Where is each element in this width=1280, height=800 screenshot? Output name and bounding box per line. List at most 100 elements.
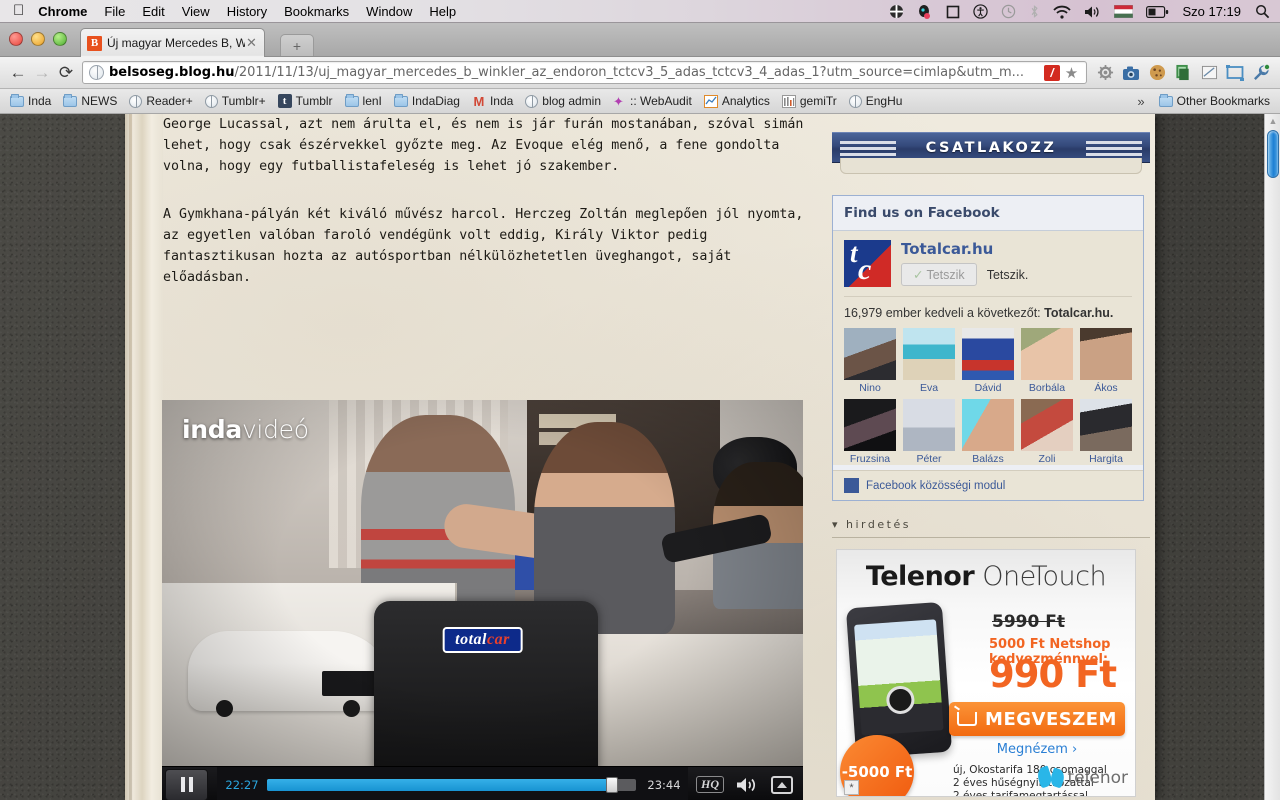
- bookmark-reader-plus[interactable]: Reader+: [123, 92, 198, 111]
- facebook-like-button[interactable]: ✓ Tetszik: [901, 263, 977, 286]
- bookmark-inda-folder[interactable]: Inda: [4, 92, 57, 111]
- menu-item-window[interactable]: Window: [366, 4, 412, 19]
- friend-cell[interactable]: Ákos: [1080, 328, 1132, 394]
- dropbox-icon[interactable]: [889, 4, 904, 19]
- facebook-widget-header: Find us on Facebook: [833, 196, 1143, 231]
- address-bar[interactable]: belsoseg.blog.hu/2011/11/13/uj_magyar_me…: [82, 61, 1087, 84]
- bookmark-gemitr[interactable]: gemiTr: [776, 92, 843, 111]
- pause-button[interactable]: [165, 768, 208, 800]
- bookmark-blog-admin[interactable]: blog admin: [519, 92, 607, 111]
- friend-avatar[interactable]: [903, 328, 955, 380]
- bookmark-tumblr-plus[interactable]: Tumblr+: [199, 92, 272, 111]
- friend-avatar[interactable]: [844, 399, 896, 451]
- friend-avatar[interactable]: [1080, 328, 1132, 380]
- new-tab-button[interactable]: +: [280, 34, 314, 56]
- friend-avatar[interactable]: [1021, 328, 1073, 380]
- friend-cell[interactable]: Balázs: [962, 399, 1014, 465]
- friend-avatar[interactable]: [1080, 399, 1132, 451]
- friend-cell[interactable]: Dávid: [962, 328, 1014, 394]
- friend-cell[interactable]: Péter: [903, 399, 955, 465]
- advertisement-banner[interactable]: Telenor OneTouch 5990 Ft 5000 Ft Netshop…: [836, 549, 1136, 797]
- screen-icon[interactable]: [1222, 61, 1248, 85]
- page-scrollbar[interactable]: ▲: [1264, 114, 1280, 800]
- menu-item-history[interactable]: History: [227, 4, 267, 19]
- scrollbar-up-arrow-icon[interactable]: ▲: [1267, 115, 1279, 127]
- folder-icon: [344, 93, 359, 107]
- bookmark-tumblr[interactable]: t Tumblr: [272, 92, 339, 111]
- friend-avatar[interactable]: [844, 328, 896, 380]
- wifi-icon[interactable]: [1053, 5, 1072, 19]
- chrome-menu-wrench-icon[interactable]: [1248, 61, 1274, 85]
- ghost-icon[interactable]: [917, 4, 933, 20]
- close-window-button[interactable]: [9, 32, 23, 46]
- timemachine-icon[interactable]: [1001, 4, 1016, 19]
- ad-view-link[interactable]: Megnézem ›: [949, 742, 1125, 757]
- friend-cell[interactable]: Nino: [844, 328, 896, 394]
- other-bookmarks-folder[interactable]: Other Bookmarks: [1153, 92, 1276, 111]
- friend-cell[interactable]: Hargita: [1080, 399, 1132, 465]
- friend-cell[interactable]: Eva: [903, 328, 955, 394]
- menu-item-bookmarks[interactable]: Bookmarks: [284, 4, 349, 19]
- window-icon[interactable]: [1170, 61, 1196, 85]
- facebook-page-name[interactable]: Totalcar.hu: [901, 240, 1132, 258]
- bookmark-webaudit[interactable]: ✦:: WebAudit: [607, 92, 698, 111]
- friend-avatar[interactable]: [962, 328, 1014, 380]
- video-player[interactable]: totalcar indavideó 22:27 23:44 HQ: [162, 400, 803, 800]
- menu-item-help[interactable]: Help: [429, 4, 456, 19]
- video-quality-badge[interactable]: HQ: [696, 776, 724, 793]
- menu-bar-clock[interactable]: Szo 17:19: [1182, 4, 1241, 19]
- note-icon[interactable]: [1196, 61, 1222, 85]
- friend-cell[interactable]: Zoli: [1021, 399, 1073, 465]
- article-line: az egyetlen valóban faroló vendégünk vol…: [163, 228, 708, 243]
- video-scrubber-handle[interactable]: [606, 776, 619, 793]
- bookmark-news-folder[interactable]: NEWS: [57, 92, 123, 111]
- bookmark-enghu[interactable]: EngHu: [843, 92, 909, 111]
- totalcar-avatar-icon[interactable]: [844, 238, 891, 287]
- gear-icon[interactable]: [1092, 61, 1118, 85]
- bookmark-indadiag-folder[interactable]: IndaDiag: [388, 92, 466, 111]
- video-frame-image[interactable]: totalcar indavideó: [162, 400, 803, 766]
- forward-button[interactable]: →: [30, 61, 54, 85]
- browser-tab-active[interactable]: B Új magyar Mercedes B, Winkl ✕: [80, 28, 265, 57]
- menu-item-view[interactable]: View: [182, 4, 210, 19]
- minimize-window-button[interactable]: [31, 32, 45, 46]
- cookie-icon[interactable]: [1144, 61, 1170, 85]
- volume-icon[interactable]: [1084, 5, 1101, 19]
- fullscreen-icon[interactable]: [771, 775, 793, 794]
- friend-avatar[interactable]: [903, 399, 955, 451]
- video-seek-bar[interactable]: [267, 776, 636, 793]
- maximize-window-button[interactable]: [53, 32, 67, 46]
- ad-buy-button[interactable]: MEGVESZEM: [949, 702, 1125, 736]
- bookmarks-overflow-chevron[interactable]: »: [1129, 94, 1152, 109]
- ad-asterisk-button[interactable]: *: [844, 780, 859, 795]
- ad-label-text: hirdetés: [846, 518, 911, 531]
- camera-icon[interactable]: [1118, 61, 1144, 85]
- tab-close-icon[interactable]: ✕: [245, 35, 258, 51]
- battery-icon[interactable]: [1146, 5, 1169, 18]
- friend-cell[interactable]: Fruzsina: [844, 399, 896, 465]
- bookmark-analytics[interactable]: Analytics: [698, 92, 776, 111]
- spotlight-search-icon[interactable]: [1255, 4, 1270, 19]
- menu-item-file[interactable]: File: [104, 4, 125, 19]
- scrollbar-thumb[interactable]: [1267, 130, 1279, 178]
- friend-cell[interactable]: Borbála: [1021, 328, 1073, 394]
- bookmark-inda-mail[interactable]: M Inda: [466, 92, 519, 111]
- menu-item-chrome[interactable]: Chrome: [38, 4, 87, 19]
- friend-avatar[interactable]: [1021, 399, 1073, 451]
- ad-new-price: 990 Ft: [989, 653, 1117, 696]
- page-info-globe-icon[interactable]: [89, 65, 104, 80]
- pdf-extension-icon[interactable]: /: [1044, 64, 1060, 81]
- friend-name: Eva: [919, 382, 939, 394]
- bookmark-star-icon[interactable]: ★: [1063, 64, 1080, 82]
- bookmark-leni-folder[interactable]: lenI: [339, 92, 388, 111]
- apple-logo-icon[interactable]: : [13, 3, 24, 18]
- volume-icon[interactable]: [736, 776, 758, 794]
- display-icon[interactable]: [946, 5, 960, 19]
- hungarian-flag-icon[interactable]: [1114, 5, 1134, 18]
- reload-button[interactable]: ⟳: [54, 61, 78, 85]
- menu-item-edit[interactable]: Edit: [142, 4, 164, 19]
- back-button[interactable]: ←: [6, 61, 30, 85]
- bluetooth-icon[interactable]: [1029, 4, 1040, 19]
- friend-avatar[interactable]: [962, 399, 1014, 451]
- accessibility-icon[interactable]: [973, 4, 989, 19]
